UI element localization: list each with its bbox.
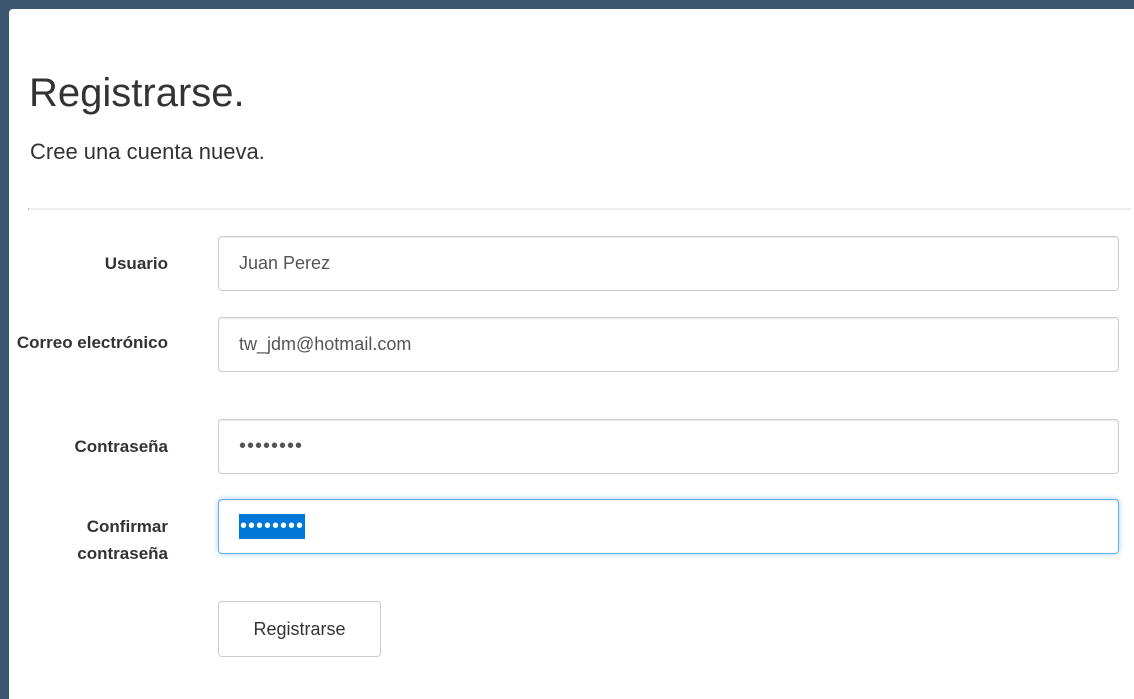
password-label: Contraseña — [74, 437, 168, 456]
confirm-password-label: Confirmar contraseña — [8, 513, 168, 567]
username-field[interactable]: Juan Perez — [218, 236, 1119, 291]
email-value: tw_jdm@hotmail.com — [239, 334, 412, 354]
confirm-password-label-line2: contraseña — [77, 544, 168, 563]
username-value: Juan Perez — [239, 253, 331, 273]
username-label: Usuario — [104, 254, 168, 273]
email-label: Correo electrónico — [16, 333, 168, 352]
page-title: Registrarse. — [29, 71, 245, 115]
password-masked-value: •••••••• — [239, 435, 304, 457]
divider — [28, 208, 1131, 210]
register-button[interactable]: Registrarse — [218, 601, 381, 657]
confirm-password-label-line1: Confirmar — [86, 517, 168, 536]
password-field[interactable]: •••••••• — [218, 419, 1119, 474]
page-subtitle: Cree una cuenta nueva. — [30, 139, 265, 164]
confirm-password-field[interactable]: •••••••• — [218, 499, 1119, 554]
confirm-password-selected-value: •••••••• — [239, 514, 306, 539]
browser-page: Registrarse. Cree una cuenta nueva. Usua… — [9, 9, 1134, 699]
email-field[interactable]: tw_jdm@hotmail.com — [218, 317, 1119, 372]
